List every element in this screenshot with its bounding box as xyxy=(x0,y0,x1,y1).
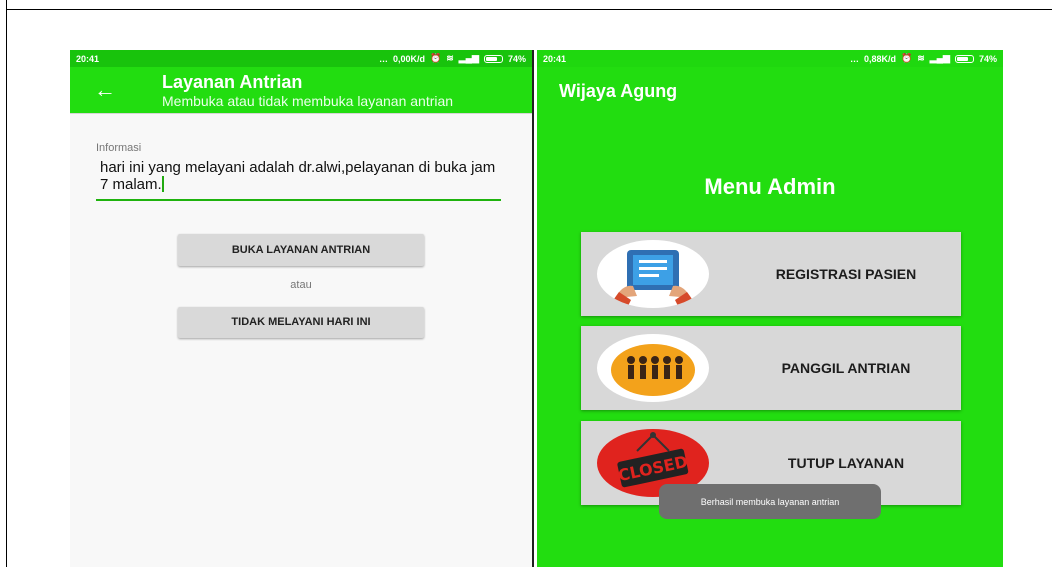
network-speed: 0,00K/d xyxy=(392,53,425,64)
info-input[interactable]: hari ini yang melayani adalah dr.alwi,pe… xyxy=(100,160,500,193)
toast-message: Berhasil membuka layanan antrian xyxy=(659,484,881,519)
status-bar: 20:41 … 0,88K/d ⏰ ≋ ▂▄▆ 74% xyxy=(537,50,1003,67)
status-icons: … 0,88K/d ⏰ ≋ ▂▄▆ 74% xyxy=(850,53,997,64)
open-queue-button[interactable]: BUKA LAYANAN ANTRIAN xyxy=(178,234,424,266)
card-label: PANGGIL ANTRIAN xyxy=(781,360,911,376)
battery-percent: 74% xyxy=(978,53,997,64)
network-speed: 0,88K/d xyxy=(863,53,896,64)
battery-percent: 74% xyxy=(507,53,526,64)
tablet-hands-icon xyxy=(597,240,709,308)
info-input-underline xyxy=(96,199,501,201)
info-input-text: hari ini yang melayani adalah dr.alwi,pe… xyxy=(100,159,496,193)
left-phone-screen: 20:41 … 0,00K/d ⏰ ≋ ▂▄▆ 74% ← Layanan An… xyxy=(70,50,534,567)
alarm-icon: ⏰ xyxy=(900,53,913,63)
page-title: Layanan Antrian xyxy=(162,72,303,92)
people-queue-icon xyxy=(597,334,709,402)
wifi-icon: ≋ xyxy=(446,53,454,63)
app-bar: ← Layanan Antrian Membuka atau tidak mem… xyxy=(70,67,532,114)
battery-icon xyxy=(954,54,974,63)
status-icons: … 0,00K/d ⏰ ≋ ▂▄▆ 74% xyxy=(379,53,526,64)
status-time: 20:41 xyxy=(76,53,100,64)
or-label: atau xyxy=(290,279,312,291)
not-serving-button[interactable]: TIDAK MELAYANI HARI INI xyxy=(178,307,424,338)
battery-icon xyxy=(483,54,503,63)
status-bar: 20:41 … 0,00K/d ⏰ ≋ ▂▄▆ 74% xyxy=(70,50,532,67)
text-caret xyxy=(161,176,164,192)
menu-card-registrasi[interactable]: REGISTRASI PASIEN xyxy=(581,232,961,316)
signal-icon: ▂▄▆ xyxy=(458,53,479,63)
menu-title: Menu Admin xyxy=(704,174,836,199)
wifi-icon: ≋ xyxy=(917,53,925,63)
alarm-icon: ⏰ xyxy=(429,53,442,63)
more-dots-icon: … xyxy=(378,53,388,64)
card-label: REGISTRASI PASIEN xyxy=(775,266,917,282)
info-field-label: Informasi xyxy=(96,142,142,154)
signal-icon: ▂▄▆ xyxy=(929,53,950,63)
app-bar: Wijaya Agung xyxy=(537,67,1003,113)
back-arrow-icon[interactable]: ← xyxy=(94,77,116,103)
app-title: Wijaya Agung xyxy=(559,81,678,101)
menu-card-panggil-antrian[interactable]: PANGGIL ANTRIAN xyxy=(581,326,961,410)
status-time: 20:41 xyxy=(543,53,567,64)
page-subtitle: Membuka atau tidak membuka layanan antri… xyxy=(162,93,454,109)
more-dots-icon: … xyxy=(849,53,859,64)
right-phone-screen: 20:41 … 0,88K/d ⏰ ≋ ▂▄▆ 74% Wijaya Agung… xyxy=(537,50,1003,567)
